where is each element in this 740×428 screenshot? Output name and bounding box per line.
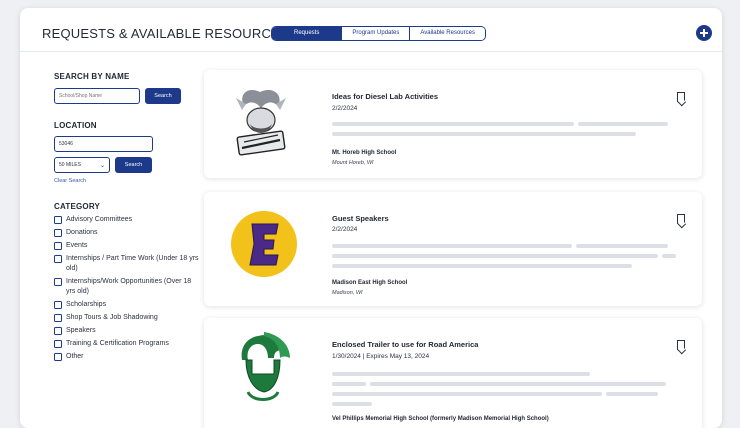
category-item[interactable]: Events bbox=[54, 241, 199, 251]
distance-select-value: 50 MILES bbox=[59, 162, 81, 168]
school-name: Mt. Horeb High School bbox=[332, 150, 397, 156]
text-placeholder bbox=[332, 264, 632, 268]
category-checkbox[interactable] bbox=[54, 242, 62, 250]
tab-requests[interactable]: Requests bbox=[272, 27, 342, 40]
category-label: Training & Certification Programs bbox=[66, 340, 169, 347]
panel-header: REQUESTS & AVAILABLE RESOURCES Requests … bbox=[20, 8, 722, 52]
category-item[interactable]: Other bbox=[54, 352, 199, 362]
search-by-name-title: SEARCH BY NAME bbox=[54, 72, 130, 81]
request-card[interactable]: Guest Speakers 2/2/2024 Madison East Hig… bbox=[204, 192, 702, 306]
text-placeholder bbox=[332, 244, 572, 248]
text-placeholder bbox=[332, 392, 602, 396]
requests-panel: REQUESTS & AVAILABLE RESOURCES Requests … bbox=[20, 8, 722, 428]
page-title: REQUESTS & AVAILABLE RESOURCES bbox=[42, 26, 289, 41]
category-item[interactable]: Advisory Committees bbox=[54, 215, 199, 225]
name-search-button[interactable]: Search bbox=[145, 88, 181, 104]
category-label: Donations bbox=[66, 229, 98, 236]
text-placeholder bbox=[332, 382, 366, 386]
plus-circle-icon[interactable] bbox=[696, 25, 712, 41]
zip-code-input[interactable]: 53046 bbox=[54, 136, 153, 152]
tab-group: Requests Program Updates Available Resou… bbox=[271, 26, 486, 41]
category-item[interactable]: Internships / Part Time Work (Under 18 y… bbox=[54, 254, 199, 274]
category-item[interactable]: Internships/Work Opportunities (Over 18 … bbox=[54, 277, 199, 297]
school-name: Madison East High School bbox=[332, 280, 408, 286]
text-placeholder bbox=[332, 372, 590, 376]
location-search-button[interactable]: Search bbox=[115, 157, 152, 173]
tab-program-updates[interactable]: Program Updates bbox=[341, 27, 410, 40]
category-label: Shop Tours & Job Shadowing bbox=[66, 314, 158, 321]
school-location: Mount Horeb, WI bbox=[332, 160, 374, 166]
category-item[interactable]: Donations bbox=[54, 228, 199, 238]
request-card[interactable]: Enclosed Trailer to use for Road America… bbox=[204, 318, 702, 428]
category-item[interactable]: Speakers bbox=[54, 326, 199, 336]
request-card[interactable]: Ideas for Diesel Lab Activities 2/2/2024… bbox=[204, 70, 702, 178]
text-placeholder bbox=[332, 132, 636, 136]
category-checkbox[interactable] bbox=[54, 301, 62, 309]
card-title[interactable]: Enclosed Trailer to use for Road America bbox=[332, 340, 478, 349]
bookmark-icon[interactable] bbox=[677, 340, 685, 350]
bookmark-icon[interactable] bbox=[677, 92, 685, 102]
clear-search-link[interactable]: Clear Search bbox=[54, 178, 199, 184]
card-date: 2/2/2024 bbox=[332, 105, 358, 112]
category-label: Internships / Part Time Work (Under 18 y… bbox=[66, 255, 199, 272]
category-checkbox[interactable] bbox=[54, 314, 62, 322]
distance-select[interactable]: 50 MILES ⌄ bbox=[54, 157, 110, 173]
category-checkbox[interactable] bbox=[54, 255, 62, 263]
category-label: Other bbox=[66, 353, 84, 360]
category-label: Advisory Committees bbox=[66, 216, 133, 223]
bookmark-icon[interactable] bbox=[677, 214, 685, 224]
category-checkbox[interactable] bbox=[54, 278, 62, 286]
vikings-logo bbox=[236, 89, 286, 156]
card-date: 2/2/2024 bbox=[332, 226, 358, 233]
category-item[interactable]: Training & Certification Programs bbox=[54, 339, 199, 349]
category-checkbox[interactable] bbox=[54, 340, 62, 348]
spartan-logo bbox=[241, 332, 290, 401]
category-checkbox[interactable] bbox=[54, 327, 62, 335]
card-date: 1/30/2024 | Expires May 13, 2024 bbox=[332, 353, 430, 360]
school-name-input[interactable] bbox=[54, 88, 140, 104]
tab-available-resources[interactable]: Available Resources bbox=[409, 27, 485, 40]
category-checkbox[interactable] bbox=[54, 229, 62, 237]
category-label: Internships/Work Opportunities (Over 18 … bbox=[66, 278, 192, 295]
text-placeholder bbox=[332, 254, 658, 258]
text-placeholder bbox=[606, 392, 658, 396]
location-title: LOCATION bbox=[54, 121, 97, 130]
school-location: Madison, WI bbox=[332, 290, 363, 296]
text-placeholder bbox=[578, 122, 668, 126]
category-label: Scholarships bbox=[66, 301, 107, 308]
text-placeholder bbox=[332, 122, 574, 126]
category-title: CATEGORY bbox=[54, 202, 101, 211]
chevron-down-icon: ⌄ bbox=[99, 163, 105, 169]
category-item[interactable]: Shop Tours & Job Shadowing bbox=[54, 313, 199, 323]
text-placeholder bbox=[370, 382, 666, 386]
category-list: Advisory Committees Donations Events Int… bbox=[54, 215, 199, 362]
text-placeholder bbox=[332, 402, 372, 406]
text-placeholder bbox=[662, 254, 676, 258]
category-label: Speakers bbox=[66, 327, 96, 334]
card-title[interactable]: Ideas for Diesel Lab Activities bbox=[332, 92, 438, 101]
letter-e-logo bbox=[231, 211, 297, 277]
filter-sidebar: SEARCH BY NAME Search LOCATION 53046 50 … bbox=[54, 72, 199, 362]
category-checkbox[interactable] bbox=[54, 216, 62, 224]
category-label: Events bbox=[66, 242, 88, 249]
text-placeholder bbox=[576, 244, 668, 248]
category-item[interactable]: Scholarships bbox=[54, 300, 199, 310]
card-title[interactable]: Guest Speakers bbox=[332, 214, 389, 223]
category-checkbox[interactable] bbox=[54, 353, 62, 361]
